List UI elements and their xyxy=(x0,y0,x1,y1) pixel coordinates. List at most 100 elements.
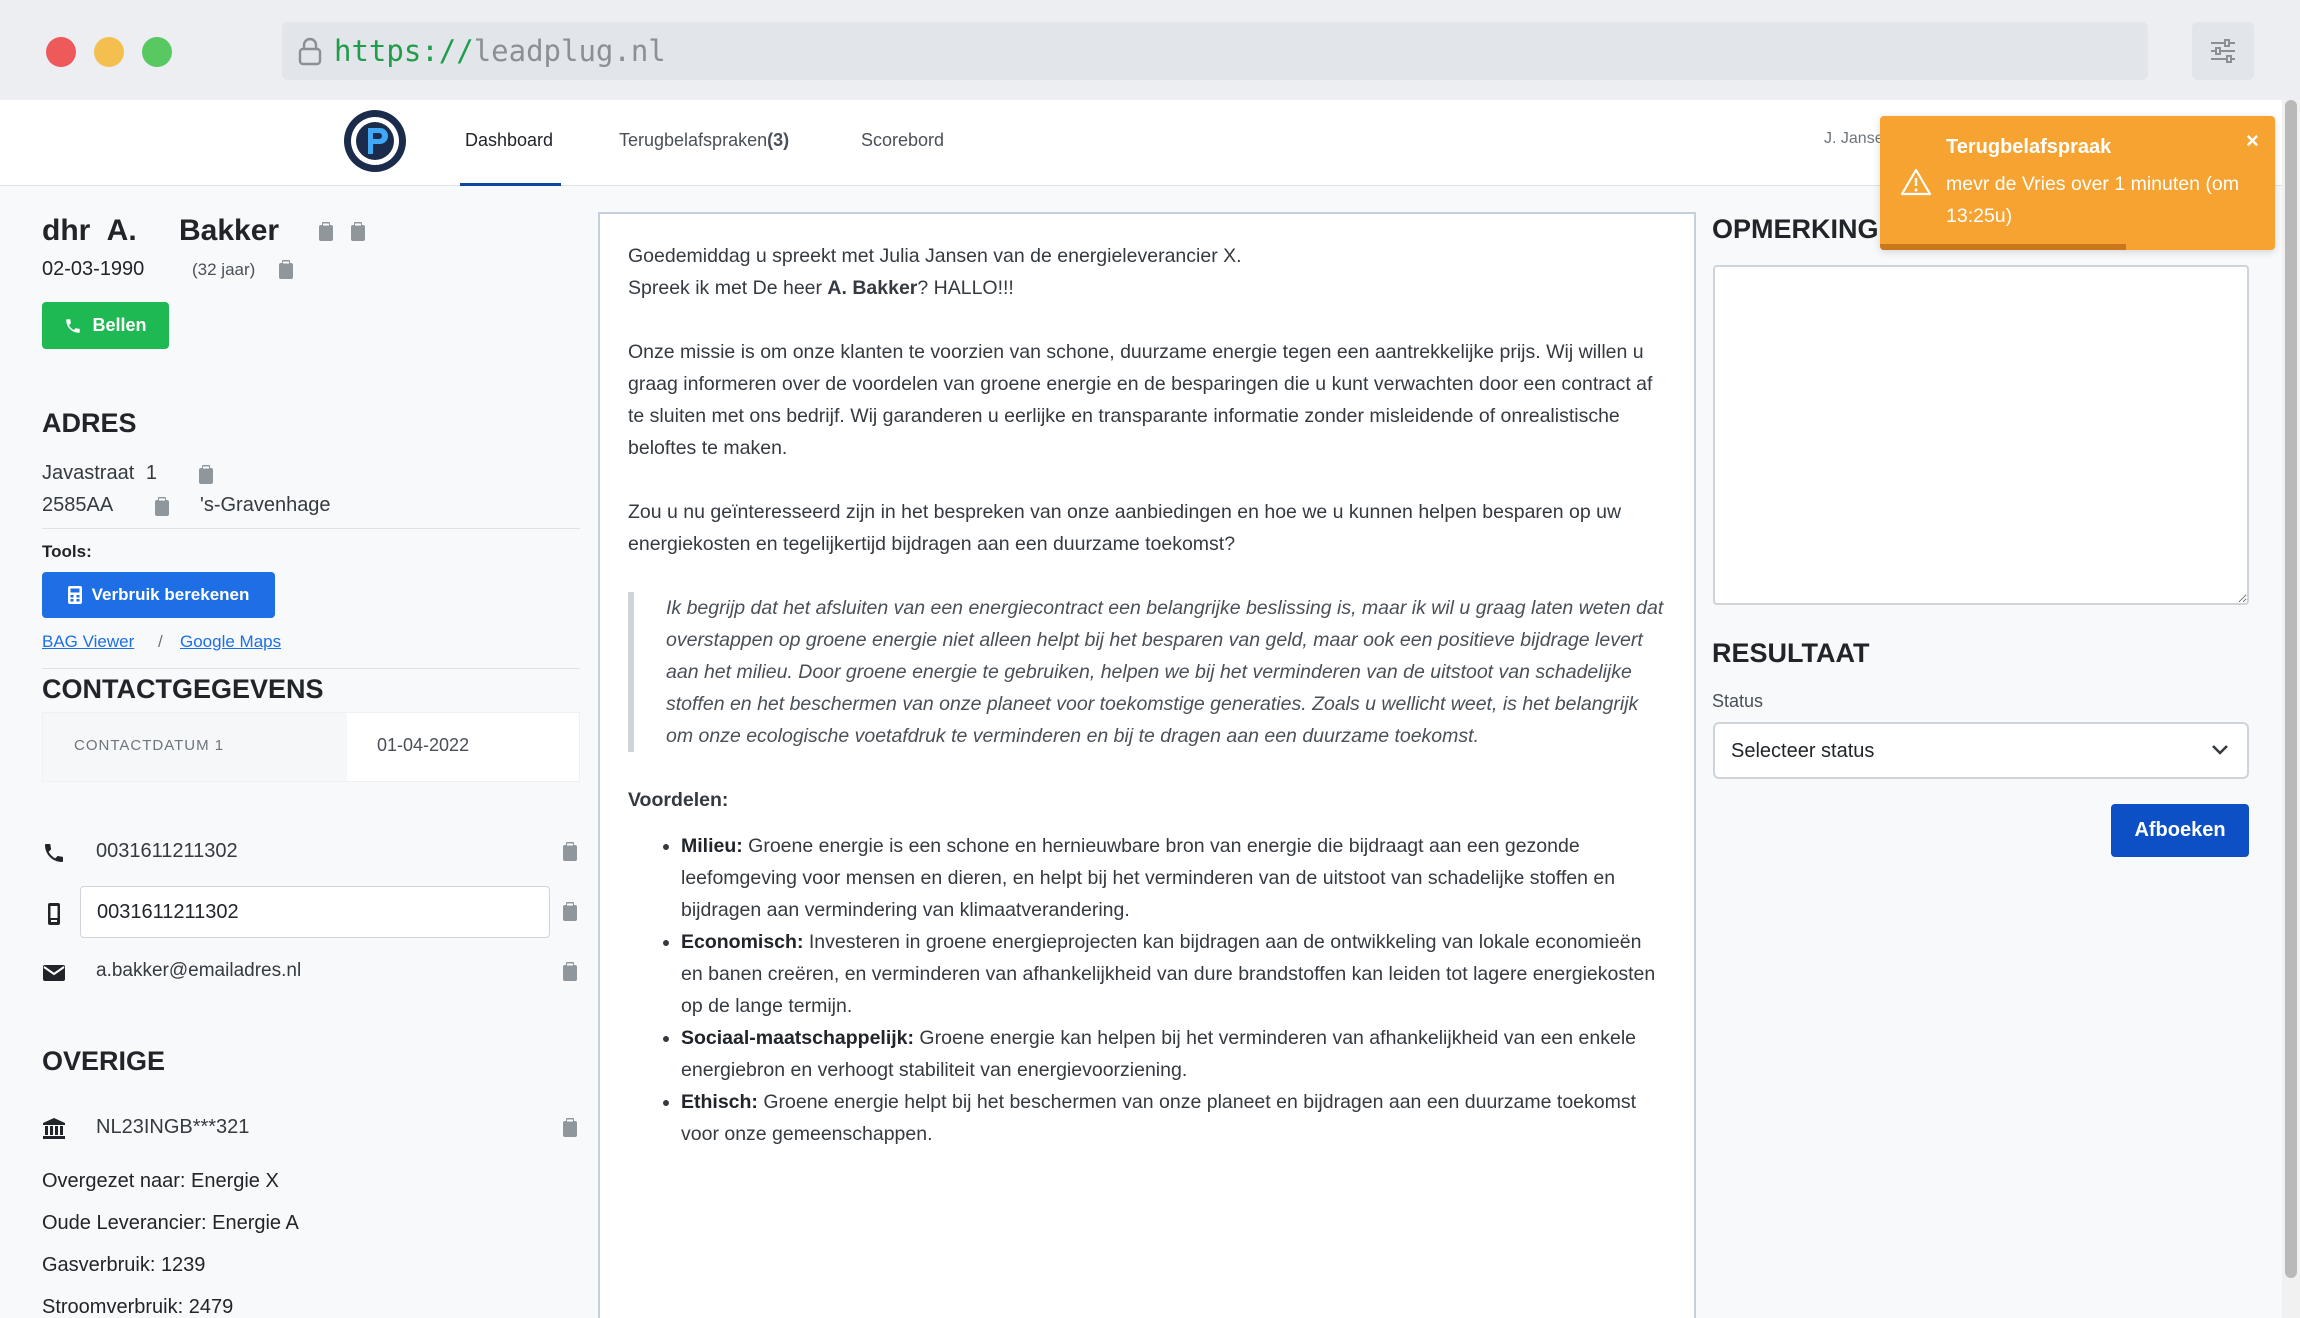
result-panel: OPMERKINGEN RESULTAAT Status Selecteer s… xyxy=(1712,186,2252,1318)
call-button[interactable]: Bellen xyxy=(42,302,169,349)
info-label: Stroomverbruik: xyxy=(42,1296,184,1318)
toast-message: mevr de Vries over 1 minuten (om 13:25u) xyxy=(1946,173,2239,227)
callback-toast[interactable]: Terugbelafspraak mevr de Vries over 1 mi… xyxy=(1880,116,2275,250)
advantage-text: Groene energie is een schone en hernieuw… xyxy=(681,835,1616,921)
other-title: OVERIGE xyxy=(42,1046,166,1076)
copy-mobile-icon[interactable] xyxy=(562,902,578,922)
script-intro: Goedemiddag u spreekt met Julia Jansen v… xyxy=(628,240,1668,304)
info-value: 2479 xyxy=(188,1296,234,1318)
bank-icon xyxy=(43,1118,65,1139)
url-host: leadplug.nl xyxy=(473,34,666,68)
advantage-text: Groene energie helpt bij het beschermen … xyxy=(681,1091,1637,1145)
address-number: 1 xyxy=(145,462,157,484)
copy-dob-icon[interactable] xyxy=(278,260,294,280)
toast-close-button[interactable]: × xyxy=(2246,128,2259,154)
copy-email-icon[interactable] xyxy=(562,962,578,982)
toast-title: Terugbelafspraak xyxy=(1946,136,2112,158)
minimize-window-button[interactable] xyxy=(94,37,124,67)
copy-phone-icon[interactable] xyxy=(562,842,578,862)
sliders-icon xyxy=(2211,39,2235,63)
copy-street-icon[interactable] xyxy=(198,465,214,485)
script-question: Zou u nu geïnteresseerd zijn in het besp… xyxy=(628,501,1622,555)
nav-dashboard[interactable]: Dashboard xyxy=(465,130,553,151)
calculator-icon xyxy=(67,586,82,604)
envelope-icon xyxy=(43,965,65,981)
copy-iban-icon[interactable] xyxy=(562,1118,578,1138)
remarks-textarea[interactable] xyxy=(1713,265,2249,605)
lock-icon xyxy=(298,37,322,66)
close-window-button[interactable] xyxy=(46,37,76,67)
phone-icon xyxy=(45,844,63,862)
script-intro-2-name: A. Bakker xyxy=(827,277,918,299)
info-old-supplier: Oude Leverancier: Energie A xyxy=(42,1212,299,1235)
tools-label: Tools: xyxy=(42,542,92,561)
script-quote: Ik begrijp dat het afsluiten van een ene… xyxy=(628,592,1668,752)
mobile-row xyxy=(42,886,582,942)
info-switched-to: Overgezet naar: Energie X xyxy=(42,1170,279,1193)
bag-viewer-link[interactable]: BAG Viewer xyxy=(42,632,134,652)
info-value: Energie X xyxy=(190,1170,279,1192)
address-street-line: Javastraat 1 xyxy=(42,462,157,485)
status-select[interactable]: Selecteer status xyxy=(1713,722,2249,779)
nav-terugbelafspraken[interactable]: Terugbelafspraken(3) xyxy=(619,130,789,151)
link-separator: / xyxy=(158,632,163,651)
script-intro-2-post: ? HALLO!!! xyxy=(917,277,1014,299)
maximize-window-button[interactable] xyxy=(142,37,172,67)
address-city: 's-Gravenhage xyxy=(200,494,331,516)
status-select-value: Selecteer status xyxy=(1731,740,1875,762)
chevron-down-icon xyxy=(2212,745,2228,755)
nav-terugbelafspraken-label: Terugbelafspraken xyxy=(619,130,768,150)
url-scheme: https:// xyxy=(334,34,474,68)
info-value: 1239 xyxy=(160,1254,206,1276)
address-title: ADRES xyxy=(42,408,137,438)
contact-date-label: CONTACTDATUM 1 xyxy=(74,737,225,754)
browser-chrome: https://leadplug.nl xyxy=(0,0,2300,100)
advantage-label: Sociaal-maatschappelijk: xyxy=(681,1027,915,1049)
toast-progress-bar xyxy=(1880,244,2126,250)
advantage-item: Ethisch: Groene energie helpt bij het be… xyxy=(681,1086,1668,1150)
advantage-label: Ethisch: xyxy=(681,1091,758,1113)
nav-scorebord[interactable]: Scorebord xyxy=(861,130,944,151)
address-bar[interactable]: https://leadplug.nl xyxy=(282,22,2148,80)
copy-postcode-icon[interactable] xyxy=(154,497,170,517)
advantage-label: Milieu: xyxy=(681,835,743,857)
advantages-title: Voordelen: xyxy=(628,789,729,811)
info-value: Energie A xyxy=(212,1212,299,1234)
status-label: Status xyxy=(1712,691,1764,711)
email-value[interactable]: a.bakker@emailadres.nl xyxy=(96,960,301,982)
email-row: a.bakker@emailadres.nl xyxy=(42,948,582,998)
url-text: https://leadplug.nl xyxy=(334,34,666,68)
copy-lastname-icon[interactable] xyxy=(350,222,366,242)
phone-value[interactable]: 0031611211302 xyxy=(96,840,238,863)
info-label: Oude Leverancier: xyxy=(42,1212,207,1234)
address-divider xyxy=(42,528,580,529)
leadplug-logo[interactable] xyxy=(342,108,408,174)
browser-settings-button[interactable] xyxy=(2192,22,2254,80)
contact-title: CONTACTGEGEVENS xyxy=(42,674,324,704)
call-script: Goedemiddag u spreekt met Julia Jansen v… xyxy=(628,240,1668,1150)
address-postcode: 2585AA xyxy=(42,494,114,516)
call-button-label: Bellen xyxy=(92,315,147,335)
lead-lastname: Bakker xyxy=(179,214,280,247)
mobile-input[interactable] xyxy=(80,886,550,938)
iban-value: NL23INGB***321 xyxy=(96,1116,250,1138)
advantage-item: Milieu: Groene energie is een schone en … xyxy=(681,830,1668,926)
script-intro-1: Goedemiddag u spreekt met Julia Jansen v… xyxy=(628,245,1242,267)
copy-name-icon[interactable] xyxy=(318,222,334,242)
advantage-item: Economisch: Investeren in groene energie… xyxy=(681,926,1668,1022)
address-street: Javastraat xyxy=(42,462,135,484)
info-power-usage: Stroomverbruik: 2479 xyxy=(42,1296,233,1318)
book-off-button[interactable]: Afboeken xyxy=(2111,804,2249,857)
calculate-usage-button[interactable]: Verbruik berekenen xyxy=(42,572,275,618)
info-label: Gasverbruik: xyxy=(42,1254,156,1276)
advantage-item: Sociaal-maatschappelijk: Groene energie … xyxy=(681,1022,1668,1086)
script-intro-2-pre: Spreek ik met De heer xyxy=(628,277,828,299)
lead-salutation: dhr xyxy=(42,214,91,247)
scrollbar-thumb[interactable] xyxy=(2285,100,2297,1278)
call-script-panel: Goedemiddag u spreekt met Julia Jansen v… xyxy=(598,212,1696,1318)
mobile-phone-icon xyxy=(48,903,60,925)
iban-row: NL23INGB***321 xyxy=(42,1104,582,1154)
google-maps-link[interactable]: Google Maps xyxy=(180,632,281,652)
calculate-usage-label: Verbruik berekenen xyxy=(91,585,250,604)
lead-name: dhr A. Bakker xyxy=(42,214,279,248)
